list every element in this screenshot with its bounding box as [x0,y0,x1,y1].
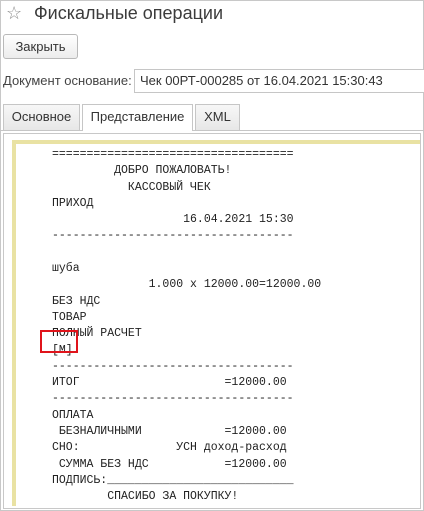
receipt-line: БЕЗ НДС [52,294,101,308]
title-bar: ☆ Фискальные операции [0,0,424,28]
document-basis-field[interactable]: Чек 00РТ-000285 от 16.04.2021 15:30:43 [134,69,424,93]
receipt-line: БЕЗНАЛИЧНЫМИ =12000.00 [52,425,287,439]
tab-divider [0,130,424,131]
receipt-line: ИТОГ =12000.00 [52,376,287,390]
receipt-line: ТОВАР [52,310,87,324]
receipt-text: =================================== ДОБР… [52,147,322,508]
receipt-line: СУММА БЕЗ НДС =12000.00 [52,457,287,471]
receipt-line: СПАСИБО ЗА ПОКУПКУ! [52,490,239,504]
star-icon[interactable]: ☆ [6,2,22,24]
tab-bar: Основное Представление XML [0,104,424,131]
receipt-line: ДОБРО ПОЖАЛОВАТЬ! [52,164,232,178]
receipt-line: ----------------------------------- [52,359,294,373]
receipt-line: ПРИХОД [52,196,94,210]
document-basis-label: Документ основание: [3,73,132,88]
receipt-line: 16.04.2021 15:30 [52,213,294,227]
receipt-line: =================================== [52,148,294,161]
tab-presentation[interactable]: Представление [82,104,193,131]
receipt-viewer[interactable]: =================================== ДОБР… [3,133,421,509]
close-button[interactable]: Закрыть [3,34,78,59]
receipt-line: =================================== [52,507,294,508]
receipt-line: ----------------------------------- [52,229,294,243]
window-title: Фискальные операции [34,3,223,23]
receipt-line: ----------------------------------- [52,392,294,406]
receipt-line: СНО: УСН доход-расход [52,441,287,455]
receipt-line: шуба [52,262,80,276]
highlight-marker-box [40,330,78,353]
receipt-line: ПОДПИСЬ:___________________________ [52,473,294,487]
tab-xml[interactable]: XML [195,104,240,130]
receipt-line: ОПЛАТА [52,408,94,422]
receipt-paper: =================================== ДОБР… [12,140,420,508]
receipt-line: КАССОВЫЙ ЧЕК [52,180,211,194]
tab-main[interactable]: Основное [3,104,80,130]
receipt-line: 1.000 x 12000.00=12000.00 [52,278,322,292]
